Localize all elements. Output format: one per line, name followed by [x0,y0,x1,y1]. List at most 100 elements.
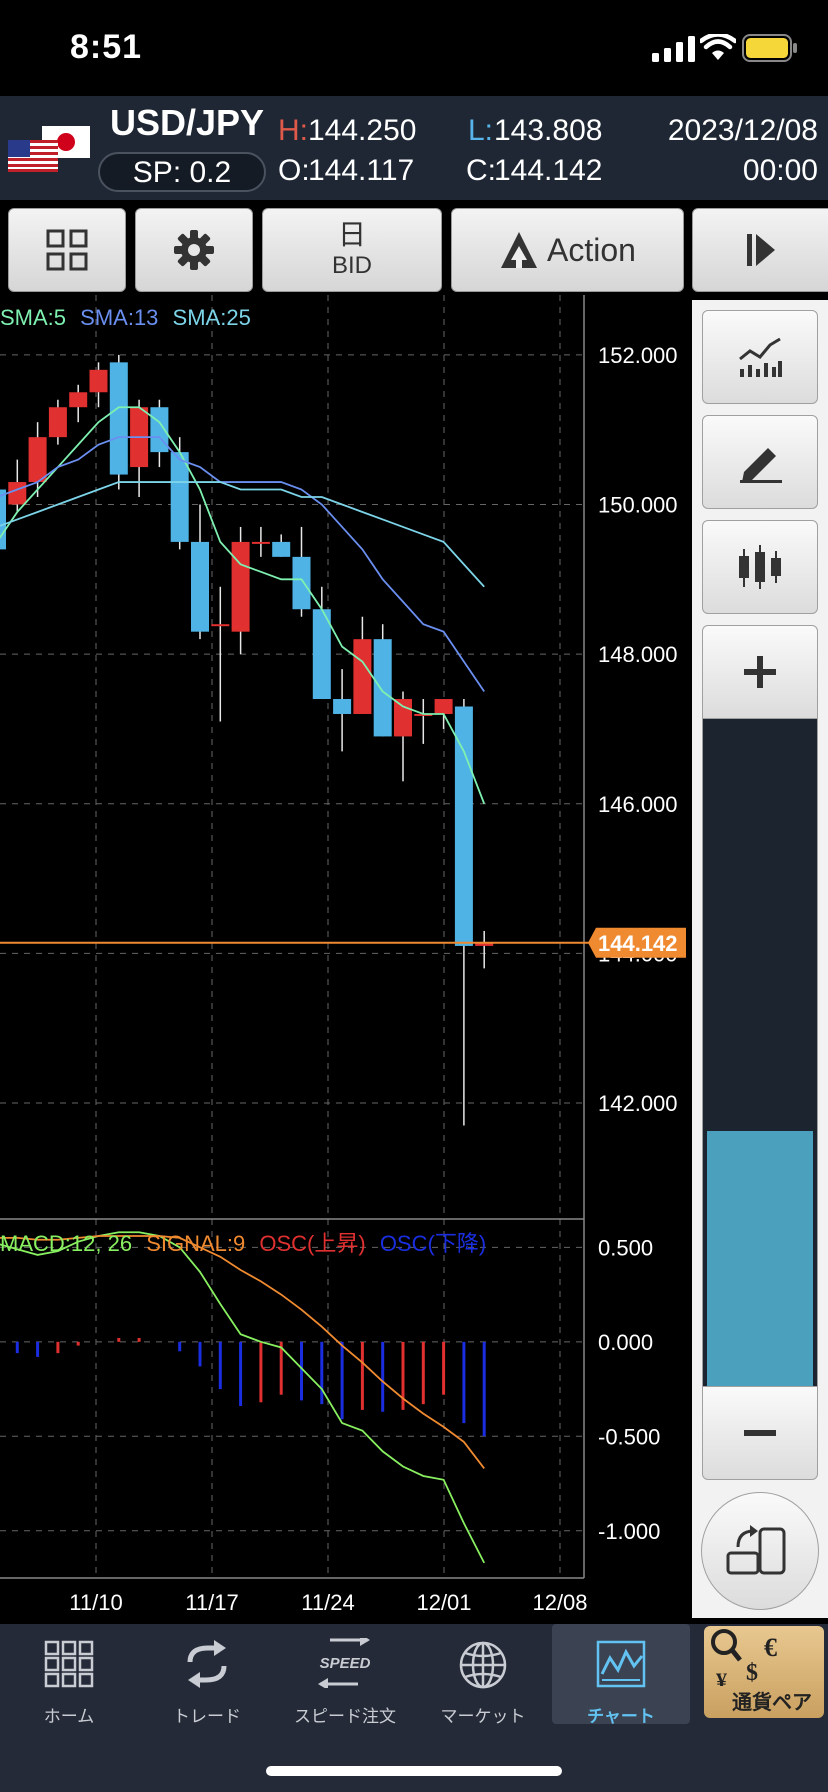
price-tick-label: 152.000 [598,343,678,368]
date-tick-label: 12/01 [416,1590,471,1615]
chart-toolbar: 日 BID Action [0,200,828,300]
svg-text:€: € [764,1633,777,1662]
zoom-out-button[interactable] [702,1386,818,1480]
svg-text:$: $ [746,1660,758,1686]
candle-body [211,624,230,627]
legend-sma25: SMA:25 [173,305,251,330]
candle-body [394,699,412,737]
zoom-slider-fill[interactable] [707,1131,813,1391]
date-tick-label: 11/10 [69,1590,122,1615]
macd-tick-label: 0.500 [598,1235,653,1260]
candle-body [251,541,270,544]
exchange-arrows-icon [187,1640,227,1688]
minus-icon [744,1430,776,1436]
settings-button[interactable] [135,208,253,292]
currency-pair-label: 通貨ペア [732,1692,812,1714]
quote-header[interactable]: USD/JPY SP: 0.2 H: 144.250 O: 144.117 L:… [0,96,828,200]
legend-macd: MACD:12, 26 [0,1231,132,1256]
legend-signal: SIGNAL:9 [146,1231,245,1256]
sma-legend: SMA:5 SMA:13 SMA:25 [0,305,251,330]
candle-body [48,407,67,438]
line-chart-icon [739,337,782,377]
candle-body [231,541,250,632]
nav-speed-order[interactable]: SPEED スピード注文 [276,1624,414,1726]
nav-home[interactable]: ホーム [0,1624,138,1726]
price-chart[interactable]: 152.000150.000148.000146.000144.000142.0… [0,295,690,1623]
candle-body [28,437,47,483]
candle-body [434,699,453,714]
candle-body [292,556,311,610]
rotate-screen-button[interactable] [701,1492,819,1610]
macd-tick-label: -0.500 [598,1424,660,1449]
currency-flags-icon [8,126,90,172]
action-button[interactable]: Action [451,208,684,292]
legend-osc-up: OSC(上昇) [259,1231,365,1256]
clock: 8:51 [70,28,143,66]
svg-text:¥: ¥ [716,1668,727,1686]
candle-body [272,541,291,557]
candle-body [8,482,27,505]
candle-body [0,489,6,550]
current-price-marker: 144.142 [0,927,686,958]
signal-icon [652,36,695,62]
chart-wave-icon [596,1640,646,1688]
zoom-in-button[interactable] [702,625,818,719]
speed-icon: SPEED [318,1638,371,1688]
spread-badge: SP: 0.2 [98,152,266,192]
quote-date: 2023/12/08 [667,114,818,147]
low-value: 143.808 [494,114,603,147]
date-tick-label: 11/17 [185,1590,238,1615]
high-value: 144.250 [308,114,417,147]
date-tick-label: 11/24 [301,1590,354,1615]
legend-osc-down: OSC(下降) [380,1231,486,1256]
draw-button[interactable] [702,415,818,509]
current-price-label: 144.142 [598,931,678,956]
close-value: 144.142 [494,154,603,187]
action-label: Action [547,231,636,268]
home-indicator [266,1766,562,1776]
price-tick-label: 146.000 [598,792,678,817]
gear-icon [174,230,214,270]
bottom-navigation: ホーム トレード SPEED スピード注文 マーケット チャート € $ ¥ 通… [0,1624,828,1792]
pair-name: USD/JPY [110,102,265,143]
wifi-icon [700,34,736,60]
macd-tick-label: -1.000 [598,1519,660,1544]
pencil-icon [740,448,782,483]
price-tick-label: 148.000 [598,642,678,667]
nav-trade-label: トレード [173,1707,241,1726]
nav-market[interactable]: マーケット [414,1624,552,1726]
nav-home-label: ホーム [43,1707,95,1726]
close-label: C: [466,154,496,187]
currency-pair-banner[interactable]: € $ ¥ 通貨ペア [704,1626,824,1718]
plus-icon [744,656,776,688]
battery-icon [742,34,797,62]
layout-button[interactable] [8,208,126,292]
candle-body [191,541,209,632]
period-button[interactable]: 日 BID [262,208,442,292]
play-button[interactable] [692,208,828,292]
nav-chart[interactable]: チャート [552,1624,690,1726]
action-icon [501,232,538,268]
candle-body [69,392,88,408]
globe-icon [459,1641,507,1689]
quote-time: 00:00 [742,154,818,187]
zoom-slider-track[interactable] [702,719,818,1391]
candlestick-icon [739,545,781,589]
candle-body [454,706,473,946]
nav-trade[interactable]: トレード [138,1624,276,1726]
rotate-device-icon [726,1525,786,1575]
step-forward-icon [747,234,775,266]
high-label: H: [278,114,308,147]
speed-badge-text: SPEED [320,1655,371,1672]
indicator-button[interactable] [702,310,818,404]
chart-type-button[interactable] [702,520,818,614]
home-grid-icon [44,1640,94,1688]
low-label: L: [468,114,494,147]
status-bar: 8:51 [0,0,828,96]
price-type-label: BID [331,252,372,279]
date-tick-label: 12/08 [532,1590,587,1615]
candle-body [89,369,108,393]
period-label: 日 [337,219,366,250]
open-label: O: [278,154,310,187]
nav-speed-label: スピード注文 [294,1707,396,1726]
